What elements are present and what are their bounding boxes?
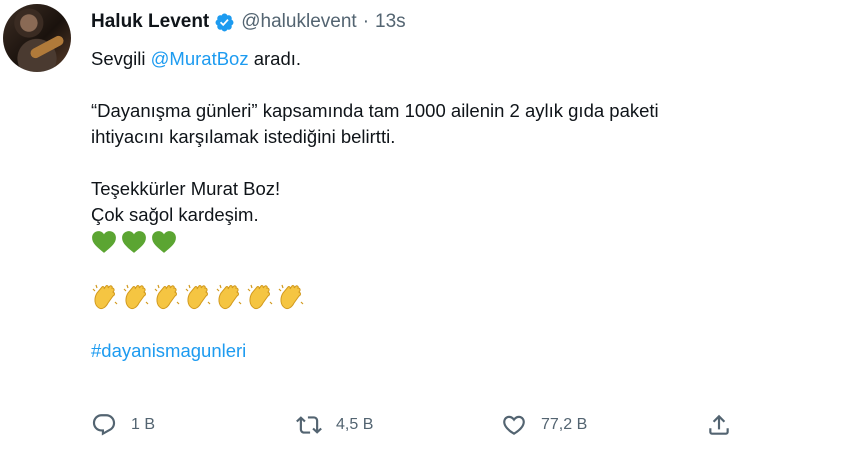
tweet-actions: 1 B 4,5 B 77,2 B	[91, 410, 751, 440]
avatar[interactable]	[3, 4, 71, 72]
retweet-button[interactable]: 4,5 B	[296, 412, 501, 438]
user-handle[interactable]: @haluklevent	[241, 11, 356, 33]
clapping-hands-icon	[185, 284, 211, 310]
like-icon	[503, 415, 525, 435]
verified-icon	[214, 12, 235, 33]
separator-dot: ·	[362, 11, 370, 32]
reply-button[interactable]: 1 B	[91, 412, 296, 438]
reply-count: 1 B	[131, 416, 156, 433]
retweet-icon	[296, 416, 322, 434]
tweet-body: Sevgili @MuratBoz aradı. “Dayanışma günl…	[91, 46, 831, 364]
green-hearts-emoji-row	[91, 228, 831, 256]
hashtag-link[interactable]: #dayanismagunleri	[91, 338, 831, 364]
tweet-line-3: ihtiyacını karşılamak istediğini belirtt…	[91, 126, 396, 147]
retweet-count: 4,5 B	[336, 416, 374, 433]
tweet-header: Haluk Levent @haluklevent · 13s	[91, 9, 406, 35]
tweet-line-4: Teşekkürler Murat Boz!	[91, 178, 281, 199]
like-button[interactable]: 77,2 B	[501, 412, 706, 438]
avatar-guitar-shape	[28, 34, 66, 60]
share-icon	[709, 414, 729, 435]
clapping-hands-emoji-row	[91, 282, 831, 312]
clapping-hands-icon	[154, 284, 180, 310]
clapping-hands-icon	[92, 284, 118, 310]
tweet-card[interactable]: Haluk Levent @haluklevent · 13s Sevgili …	[0, 0, 850, 460]
reply-icon	[92, 414, 116, 436]
like-count: 77,2 B	[541, 416, 588, 433]
tweet-text-prefix: Sevgili	[91, 48, 151, 69]
clapping-hands-icon	[123, 284, 149, 310]
share-button[interactable]	[706, 412, 746, 438]
clapping-hands-icon	[216, 284, 242, 310]
green-heart-icon	[122, 231, 146, 253]
tweet-line-5: Çok sağol kardeşim.	[91, 204, 259, 225]
tweet-line-1: Sevgili @MuratBoz aradı.	[91, 46, 831, 72]
timestamp[interactable]: 13s	[375, 11, 406, 33]
clapping-hands-icon	[278, 284, 304, 310]
clapping-hands-icon	[247, 284, 273, 310]
green-heart-icon	[92, 231, 116, 253]
tweet-line-2: “Dayanışma günleri” kapsamında tam 1000 …	[91, 100, 659, 121]
green-heart-icon	[152, 231, 176, 253]
display-name[interactable]: Haluk Levent	[91, 11, 209, 33]
tweet-text-suffix: aradı.	[248, 48, 302, 69]
mention-link[interactable]: @MuratBoz	[151, 48, 249, 69]
